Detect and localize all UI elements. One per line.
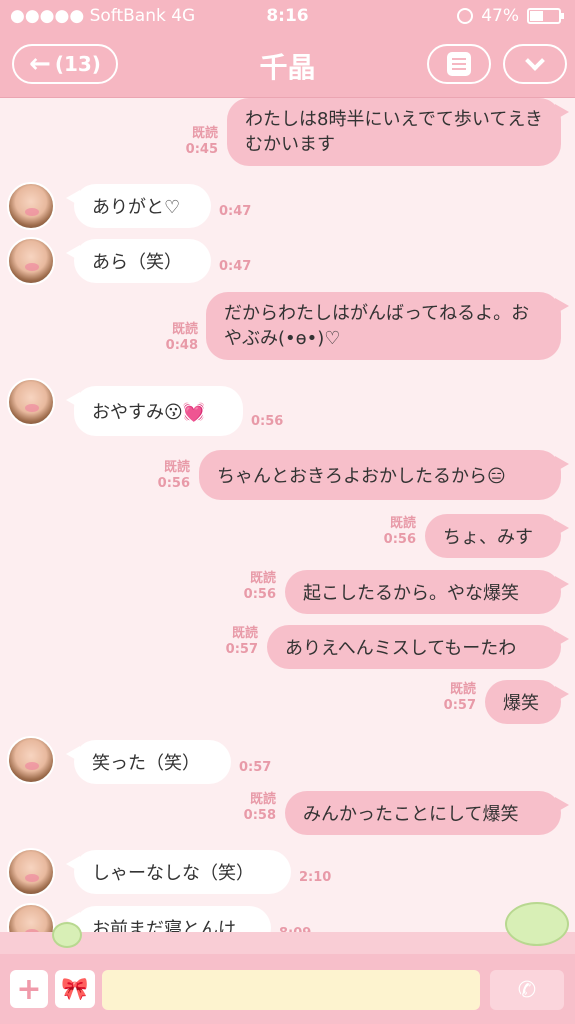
read-receipt: 既読 [449,682,476,697]
message-time: 0:57 [225,642,258,657]
battery-icon [527,8,564,24]
message-bubble[interactable]: 爆笑 [485,680,569,724]
avatar[interactable] [7,378,55,426]
message-meta: 既読 0:57 [436,682,476,714]
message-time: 0:57 [443,698,476,713]
message-bubble[interactable]: おやすみ😗💓 [66,386,243,436]
message-meta: 既読 0:56 [236,571,276,603]
message-time: 0:56 [251,414,284,429]
tree-decoration [52,922,82,948]
status-bar: ●●●●● SoftBank 4G 8:16 47% [0,0,575,32]
message-time: 0:45 [185,142,218,157]
chat-header: ← (13) 千晶 [0,32,575,98]
phone-icon: ✆ [517,977,537,1003]
status-right: 47% [457,6,564,26]
avatar[interactable] [7,237,55,285]
read-receipt: 既読 [389,516,416,531]
message-bubble[interactable]: だからわたしはがんばってねるよ。おやぶみ(•ө•)♡ [206,292,569,360]
call-button[interactable]: ✆ [490,970,564,1010]
sticker-button[interactable]: 🎀 [55,970,95,1008]
message-time: 0:56 [383,532,416,547]
avatar[interactable] [7,848,55,896]
message-input[interactable] [102,970,480,1010]
message-bubble[interactable]: わたしは8時半にいえでて歩いてえきむかいます [227,98,569,166]
message-bubble[interactable]: 笑った（笑） [66,740,231,784]
read-receipt: 既読 [191,126,218,141]
read-receipt: 既読 [249,792,276,807]
plus-icon: + [16,971,42,1007]
message-meta: 既読 0:56 [150,460,190,492]
message-bubble[interactable]: ちゃんとおきろよおかしたるから😑 [199,450,569,500]
message-bubble[interactable]: ありがと♡ [66,184,211,228]
message-time: 0:58 [243,808,276,823]
message-bubble[interactable]: しゃーなしな（笑） [66,850,291,894]
read-receipt: 既読 [163,460,190,475]
background-scenery [0,902,575,954]
read-receipt: 既読 [231,626,258,641]
battery-percent: 47% [481,6,519,26]
tree-decoration [505,902,569,946]
read-receipt: 既読 [249,571,276,586]
rotation-lock-icon [457,8,474,24]
message-bubble[interactable]: 起こしたるから。やな爆笑 [285,570,569,614]
avatar[interactable] [7,182,55,230]
message-bubble[interactable]: ありえへんミスしてもーたわ [267,625,569,669]
sticker-icon: 🎀 [61,976,89,1002]
message-meta: 既読 0:48 [158,322,198,354]
message-time: 0:57 [239,760,272,775]
chevron-down-icon [525,51,545,71]
message-list[interactable]: 既読 0:45 わたしは8時半にいえでて歩いてえきむかいます ありがと♡ 0:4… [0,98,575,954]
ground-strip [0,932,575,954]
avatar[interactable] [7,736,55,784]
message-time: 0:47 [219,259,252,274]
message-meta: 既読 0:45 [178,126,218,158]
message-meta: 既読 0:57 [218,626,258,658]
message-meta: 既読 0:58 [236,792,276,824]
message-time: 0:47 [219,204,252,219]
menu-button[interactable] [427,44,491,84]
message-input-bar: + 🎀 ✆ [0,954,575,1024]
message-time: 0:56 [157,476,190,491]
list-icon [447,52,471,76]
message-meta: 既読 0:56 [376,516,416,548]
plus-button[interactable]: + [10,970,48,1008]
message-time: 0:48 [165,338,198,353]
expand-button[interactable] [503,44,567,84]
message-time: 2:10 [299,870,332,885]
message-bubble[interactable]: あら（笑） [66,239,211,283]
message-time: 0:56 [243,587,276,602]
message-bubble[interactable]: みんかったことにして爆笑 [285,791,569,835]
read-receipt: 既読 [171,322,198,337]
message-bubble[interactable]: ちょ、みす [425,514,569,558]
